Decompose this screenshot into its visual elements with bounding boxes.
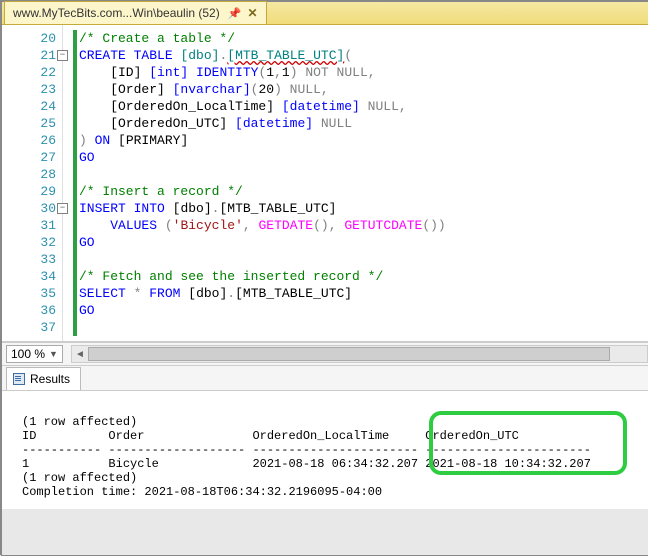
query-tab[interactable]: www.MyTecBits.com...Win\beaulin (52) 📌 ✕ [4,1,267,24]
code-line[interactable]: GO [79,302,648,319]
change-marker [73,149,77,166]
change-marker [73,81,77,98]
change-marker [73,268,77,285]
line-number: 35 [2,285,56,302]
change-marker [73,183,77,200]
rows-affected: (1 row affected) [22,471,634,485]
line-number-gutter: 2021−222324252627282930−31323334353637 [2,25,63,341]
line-number: 28 [2,166,56,183]
line-number: 20 [2,30,56,47]
change-marker [73,319,77,336]
close-icon[interactable]: ✕ [247,6,257,20]
code-line[interactable]: [Order] [nvarchar](20) NULL, [79,81,648,98]
code-line[interactable]: [OrderedOn_UTC] [datetime] NULL [79,115,648,132]
line-number: 22 [2,64,56,81]
change-marker [73,217,77,234]
results-tab[interactable]: Results [6,367,81,390]
code-line[interactable]: /* Insert a record */ [79,183,648,200]
change-marker [73,98,77,115]
line-number: 32 [2,234,56,251]
code-line[interactable]: GO [79,234,648,251]
scroll-left-arrow[interactable]: ◄ [72,349,88,360]
line-number: 21− [2,47,56,64]
line-number: 25 [2,115,56,132]
query-tab-title: www.MyTecBits.com...Win\beaulin (52) [13,6,220,20]
change-marker [73,285,77,302]
completion-time: Completion time: 2021-08-18T06:34:32.219… [22,485,634,499]
results-tab-label: Results [30,372,70,386]
pin-icon[interactable]: 📌 [228,7,242,20]
code-line[interactable]: ) ON [PRIMARY] [79,132,648,149]
change-marker [73,30,77,47]
line-number: 33 [2,251,56,268]
document-tab-bar: www.MyTecBits.com...Win\beaulin (52) 📌 ✕ [2,2,648,25]
code-line[interactable] [79,166,648,183]
change-marker [73,200,77,217]
zoom-value: 100 % [11,346,45,362]
line-number: 34 [2,268,56,285]
line-number: 23 [2,81,56,98]
results-tab-bar: Results [2,366,648,391]
change-marker [73,234,77,251]
rows-affected: (1 row affected) [22,415,634,429]
code-line[interactable]: [ID] [int] IDENTITY(1,1) NOT NULL, [79,64,648,81]
change-marker [73,166,77,183]
line-number: 36 [2,302,56,319]
line-number: 31 [2,217,56,234]
change-marker [73,64,77,81]
scroll-thumb[interactable] [88,347,610,361]
code-editor[interactable]: 2021−222324252627282930−31323334353637 /… [2,25,648,342]
result-separator: ----------- ------------------- --------… [22,443,634,457]
horizontal-scrollbar[interactable]: ◄ [71,345,648,363]
code-line[interactable]: /* Create a table */ [79,30,648,47]
code-line[interactable]: GO [79,149,648,166]
results-grid-icon [13,373,25,385]
change-marker [73,251,77,268]
code-line[interactable] [79,251,648,268]
code-line[interactable]: [OrderedOn_LocalTime] [datetime] NULL, [79,98,648,115]
code-line[interactable] [79,319,648,336]
chevron-down-icon: ▼ [49,346,58,362]
change-marker [73,302,77,319]
code-line[interactable]: VALUES ('Bicycle', GETDATE(), GETUTCDATE… [79,217,648,234]
line-number: 24 [2,98,56,115]
line-number: 27 [2,149,56,166]
change-marker [73,47,77,64]
code-line[interactable]: INSERT INTO [dbo].[MTB_TABLE_UTC] [79,200,648,217]
line-number: 37 [2,319,56,336]
code-line[interactable]: CREATE TABLE [dbo].[MTB_TABLE_UTC]( [79,47,648,64]
zoom-selector[interactable]: 100 % ▼ [6,345,63,363]
change-marker [73,115,77,132]
line-number: 29 [2,183,56,200]
results-pane[interactable]: (1 row affected)ID Order OrderedOn_Local… [2,391,648,509]
code-line[interactable]: SELECT * FROM [dbo].[MTB_TABLE_UTC] [79,285,648,302]
code-line[interactable]: /* Fetch and see the inserted record */ [79,268,648,285]
code-area[interactable]: /* Create a table */CREATE TABLE [dbo].[… [63,25,648,341]
line-number: 30− [2,200,56,217]
change-marker [73,132,77,149]
result-row: 1 Bicycle 2021-08-18 06:34:32.207 2021-0… [22,457,634,471]
editor-status-row: 100 % ▼ ◄ [2,342,648,366]
result-header: ID Order OrderedOn_LocalTime OrderedOn_U… [22,429,634,443]
line-number: 26 [2,132,56,149]
